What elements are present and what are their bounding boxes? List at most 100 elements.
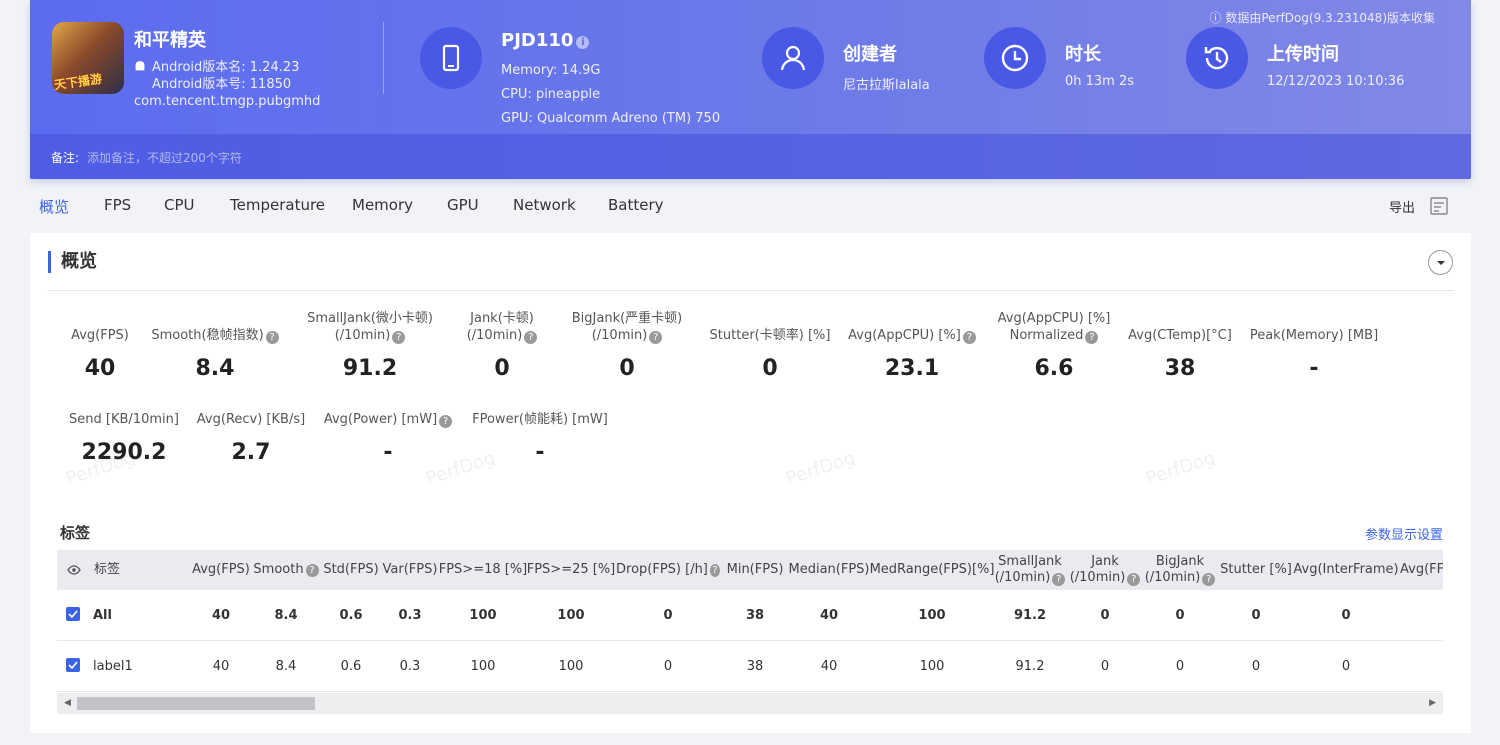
cell: 91.2 xyxy=(1013,608,1047,623)
overview-panel: 概览 PerfDog PerfDog PerfDog PerfDog Avg(F… xyxy=(30,233,1471,733)
help-icon[interactable]: ? xyxy=(1085,331,1099,344)
help-icon[interactable]: ? xyxy=(439,415,453,428)
metric-appcpu-normalized: Avg(AppCPU) [%] Normalized? 6.6 xyxy=(988,310,1120,381)
metric-value: 0 xyxy=(494,356,510,381)
col-min-fps[interactable]: Min(FPS) xyxy=(722,550,788,590)
help-icon[interactable]: ? xyxy=(524,331,538,344)
col-smooth[interactable]: Smooth? xyxy=(253,550,319,590)
metric-value: - xyxy=(1309,356,1319,381)
metric-value: 91.2 xyxy=(342,356,398,381)
collect-note: ⓘ 数据由PerfDog(9.3.231048)版本收集 xyxy=(1209,11,1435,25)
cell: 8.4 xyxy=(275,659,297,674)
table-header: 标签 Avg(FPS) Smooth? Std(FPS) Var(FPS) FP… xyxy=(57,550,1443,590)
cell: 0 xyxy=(663,659,673,674)
help-icon[interactable]: ? xyxy=(962,331,976,344)
tab-fps[interactable]: FPS xyxy=(104,196,131,214)
help-icon[interactable]: ? xyxy=(305,563,319,577)
metric-avg-power: Avg(Power) [mW]? - xyxy=(318,394,458,465)
export-icon xyxy=(1430,197,1448,215)
cell: 0.6 xyxy=(340,659,362,674)
panel-divider xyxy=(47,290,1454,291)
panel-title: 概览 xyxy=(48,251,97,273)
scroll-left-icon[interactable]: ◀ xyxy=(64,698,71,708)
help-icon[interactable]: ? xyxy=(649,331,663,344)
col-std-fps[interactable]: Std(FPS) xyxy=(321,550,381,590)
cell: 0 xyxy=(1100,659,1110,674)
help-icon[interactable]: ? xyxy=(265,331,279,344)
device-gpu: GPU: Qualcomm Adreno (TM) 750 xyxy=(501,111,721,126)
user-icon xyxy=(762,27,824,89)
report-header: ⓘ 数据由PerfDog(9.3.231048)版本收集 天下播游 和平精英 A… xyxy=(30,0,1471,179)
metric-jank: Jank(卡顿) (/10min)? 0 xyxy=(436,310,568,381)
device-cpu: CPU: pineapple xyxy=(501,87,601,102)
eye-icon[interactable] xyxy=(65,550,83,590)
col-jank[interactable]: Jank (/10min)? xyxy=(1069,550,1141,590)
scroll-right-icon[interactable]: ▶ xyxy=(1429,698,1436,708)
help-icon[interactable]: ? xyxy=(1202,573,1216,586)
cell: 0 xyxy=(1251,659,1261,674)
col-drop-fps[interactable]: Drop(FPS) [/h]? xyxy=(616,550,720,590)
metric-value: 23.1 xyxy=(884,356,940,381)
help-icon[interactable]: ? xyxy=(1127,573,1141,586)
tab-temperature[interactable]: Temperature xyxy=(230,196,325,214)
horizontal-scrollbar[interactable]: ◀ ▶ xyxy=(57,693,1443,714)
header-divider xyxy=(383,22,384,94)
col-median-fps[interactable]: Median(FPS) xyxy=(788,550,870,590)
tab-cpu[interactable]: CPU xyxy=(164,196,195,214)
help-icon[interactable]: ? xyxy=(392,331,406,344)
cell: 40 xyxy=(212,659,230,674)
cell: 100 xyxy=(919,659,945,674)
cell: 0 xyxy=(663,608,673,623)
cell: 40 xyxy=(211,608,231,623)
help-icon[interactable]: ? xyxy=(1052,573,1066,586)
col-smalljank[interactable]: SmallJank (/10min)? xyxy=(994,550,1066,590)
col-avg-ff[interactable]: Avg(FF xyxy=(1400,550,1443,590)
row-checkbox[interactable] xyxy=(66,607,80,621)
android-icon xyxy=(135,61,145,71)
notes-bar[interactable]: 备注: 添加备注，不超过200个字符 xyxy=(30,134,1471,179)
scrollbar-thumb[interactable] xyxy=(77,697,315,710)
upload-title: 上传时间 xyxy=(1267,44,1339,65)
tab-battery[interactable]: Battery xyxy=(608,196,664,214)
col-bigjank[interactable]: BigJank (/10min)? xyxy=(1144,550,1216,590)
metric-send: Send [KB/10min] 2290.2 xyxy=(58,394,190,465)
row-checkbox[interactable] xyxy=(66,658,80,672)
tab-network[interactable]: Network xyxy=(513,196,576,214)
metric-value: 40 xyxy=(84,356,116,381)
col-avg-interframe[interactable]: Avg(InterFrame) xyxy=(1293,550,1398,590)
cell: 91.2 xyxy=(1015,659,1045,674)
cell: 0.6 xyxy=(339,608,363,623)
col-medrange-fps[interactable]: MedRange(FPS)[%] xyxy=(870,550,995,590)
tab-gpu[interactable]: GPU xyxy=(447,196,479,214)
metric-label: Avg(CTemp)[°C] xyxy=(1128,328,1232,343)
display-settings-link[interactable]: 参数显示设置 xyxy=(1365,524,1443,543)
col-var-fps[interactable]: Var(FPS) xyxy=(381,550,439,590)
info-icon[interactable]: i xyxy=(576,36,590,49)
help-icon[interactable]: ? xyxy=(709,563,720,577)
metric-avg-fps: Avg(FPS) 40 xyxy=(34,310,166,381)
col-avg-fps[interactable]: Avg(FPS) xyxy=(190,550,252,590)
cell: 0 xyxy=(1175,608,1185,623)
col-fps-18[interactable]: FPS>=18 [%] xyxy=(439,550,528,590)
metric-value: - xyxy=(535,440,545,465)
tab-overview[interactable]: 概览 xyxy=(39,196,69,217)
tags-title: 标签 xyxy=(60,524,91,542)
device-model: PJD110 i xyxy=(501,30,590,51)
metric-label: BigJank(严重卡顿) xyxy=(571,311,683,326)
export-button[interactable]: 导出 xyxy=(1389,196,1449,216)
cell: 0 xyxy=(1341,608,1351,623)
package-name: com.tencent.tmgp.pubgmhd xyxy=(134,94,321,109)
metric-label: Stutter(卡顿率) [%] xyxy=(709,328,831,343)
duration-value: 0h 13m 2s xyxy=(1065,74,1135,89)
cell: 0 xyxy=(1251,608,1261,623)
collapse-button[interactable] xyxy=(1428,250,1453,275)
col-fps-25[interactable]: FPS>=25 [%] xyxy=(527,550,616,590)
duration-title: 时长 xyxy=(1065,44,1101,65)
metric-label: SmallJank(微小卡顿) xyxy=(307,311,433,326)
phone-icon xyxy=(420,27,482,89)
app-name: 和平精英 xyxy=(134,30,206,51)
metric-label: FPower(帧能耗) [mW] xyxy=(472,412,608,427)
notes-input[interactable]: 添加备注，不超过200个字符 xyxy=(87,149,242,166)
tab-memory[interactable]: Memory xyxy=(352,196,413,214)
col-stutter[interactable]: Stutter [%] xyxy=(1220,550,1292,590)
